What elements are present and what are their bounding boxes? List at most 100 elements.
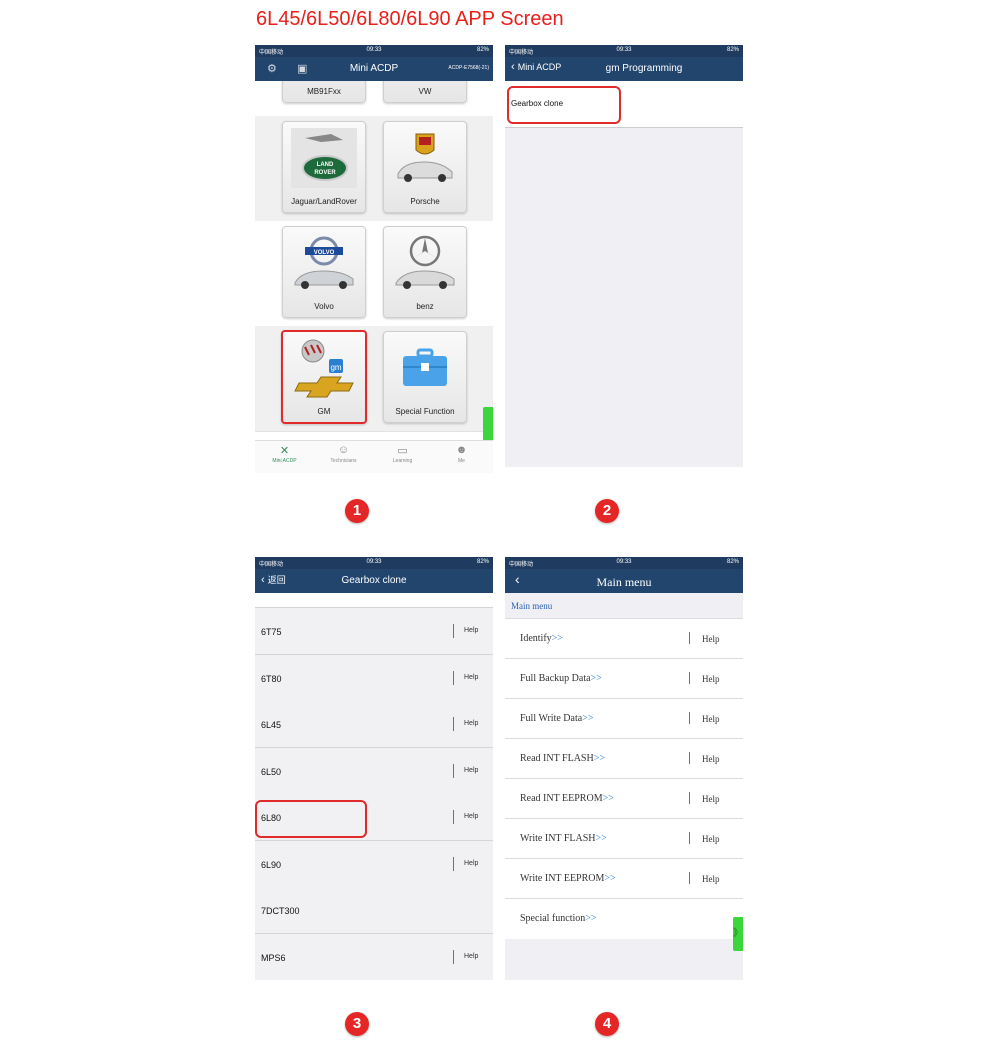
menu-item-label: Identify — [520, 633, 552, 644]
brand-row: LAND ROVER Jaguar/LandRover Porsche — [255, 116, 493, 222]
gearbox-row[interactable]: 7DCT300 — [255, 887, 493, 934]
svg-text:ROVER: ROVER — [314, 170, 336, 176]
side-drawer-handle[interactable]: 》 — [733, 917, 743, 951]
tab-mini-acdp[interactable]: ✕ Mini ACDP — [255, 444, 314, 464]
help-link[interactable]: Help — [464, 860, 478, 867]
nav-title: Gearbox clone — [341, 575, 407, 586]
brand-tile-special-function[interactable]: Special Function — [383, 331, 467, 423]
tab-technicians[interactable]: ☺ Technicians — [314, 444, 373, 464]
menu-item-read-int-eeprom[interactable]: Read INT EEPROM>> Help — [505, 778, 743, 819]
double-arrow-icon: >> — [604, 873, 616, 884]
volvo-car-icon: VOLVO — [291, 233, 357, 293]
gm-logos-icon: gm — [291, 338, 357, 398]
brand-tile-volvo[interactable]: VOLVO Volvo — [282, 226, 366, 318]
gearbox-model: 6T80 — [261, 674, 282, 684]
brand-name: GM — [317, 407, 331, 416]
menu-item-identify[interactable]: Identify>> Help — [505, 618, 743, 659]
help-link[interactable]: Help — [702, 874, 720, 884]
brand-name: Special Function — [395, 407, 455, 416]
gearbox-row[interactable]: 6T80 Help — [255, 655, 493, 702]
brand-name: benz — [416, 302, 434, 311]
divider — [453, 950, 454, 964]
brand-name: VW — [418, 87, 432, 96]
breadcrumb[interactable]: Main menu — [511, 601, 552, 611]
gearbox-row[interactable]: MPS6 Help — [255, 934, 493, 980]
help-link[interactable]: Help — [702, 714, 720, 724]
divider — [689, 712, 690, 724]
svg-text:LAND: LAND — [317, 162, 334, 168]
divider — [453, 671, 454, 685]
help-link[interactable]: Help — [702, 834, 720, 844]
navbar: ⚙ ▣ Mini ACDP ACDP-E7568(-21) — [255, 57, 493, 81]
brand-tile-vw[interactable]: VW — [383, 81, 467, 103]
help-link[interactable]: Help — [464, 767, 478, 774]
nav-title: Main menu — [596, 575, 652, 589]
brand-name: MB91Fxx — [307, 87, 341, 96]
help-link[interactable]: Help — [702, 794, 720, 804]
gearbox-row[interactable]: 6L50 Help — [255, 748, 493, 795]
divider — [689, 872, 690, 884]
double-arrow-icon: >> — [602, 793, 614, 804]
double-arrow-icon: >> — [585, 913, 597, 924]
help-link[interactable]: Help — [702, 674, 720, 684]
help-link[interactable]: Help — [464, 720, 478, 727]
brand-tile-porsche[interactable]: Porsche — [383, 121, 467, 213]
step-badge-3: 3 — [345, 1012, 369, 1036]
person-icon: ☺ — [337, 444, 350, 456]
brand-tile-jaguar-landrover[interactable]: LAND ROVER Jaguar/LandRover — [282, 121, 366, 213]
help-link[interactable]: Help — [464, 627, 478, 634]
menu-item-full-backup-data[interactable]: Full Backup Data>> Help — [505, 658, 743, 699]
brand-name: Jaguar/LandRover — [291, 197, 357, 206]
divider — [453, 764, 454, 778]
menu-item-special-function[interactable]: Special function>> — [505, 898, 743, 939]
side-drawer-handle[interactable] — [483, 407, 493, 441]
divider — [689, 632, 690, 644]
brand-tile-gm[interactable]: gm GM — [281, 330, 367, 424]
menu-item-read-int-flash[interactable]: Read INT FLASH>> Help — [505, 738, 743, 779]
tab-learning[interactable]: ▭ Learning — [373, 444, 432, 464]
gearbox-row[interactable]: 6L45 Help — [255, 701, 493, 748]
highlight-box — [507, 86, 621, 124]
brand-row: gm GM Special Function — [255, 326, 493, 432]
divider — [689, 672, 690, 684]
clock: 09:33 — [616, 47, 632, 53]
gearbox-model: MPS6 — [261, 953, 286, 963]
step-badge-2: 2 — [595, 499, 619, 523]
battery-label: 82% — [476, 559, 489, 565]
book-icon: ▭ — [397, 445, 408, 457]
help-link[interactable]: Help — [464, 813, 478, 820]
menu-item-write-int-flash[interactable]: Write INT FLASH>> Help — [505, 818, 743, 859]
navbar: ‹ Main menu — [505, 569, 743, 593]
divider — [453, 624, 454, 638]
help-link[interactable]: Help — [464, 953, 478, 960]
help-link[interactable]: Help — [702, 634, 720, 644]
gearbox-row[interactable]: 6L90 Help — [255, 841, 493, 888]
brand-tile-mb91fxx[interactable]: MB91Fxx — [282, 81, 366, 103]
menu-item-label: Special function — [520, 913, 586, 924]
brand-name: Volvo — [314, 302, 334, 311]
step-badge-4: 4 — [595, 1012, 619, 1036]
divider — [689, 832, 690, 844]
tab-label: Me — [458, 458, 465, 464]
brand-grid: MB91Fxx VW LAND ROVER Jaguar/LandRover P… — [255, 81, 493, 441]
gearbox-model: 6L50 — [261, 767, 282, 777]
tab-me[interactable]: ☻ Me — [432, 444, 491, 464]
menu-item-full-write-data[interactable]: Full Write Data>> Help — [505, 698, 743, 739]
svg-text:VOLVO: VOLVO — [314, 250, 335, 256]
list-spacer — [255, 593, 493, 608]
double-arrow-icon: >> — [590, 673, 602, 684]
divider — [453, 810, 454, 824]
battery-label: 82% — [726, 559, 739, 565]
menu-item-write-int-eeprom[interactable]: Write INT EEPROM>> Help — [505, 858, 743, 899]
help-link[interactable]: Help — [702, 754, 720, 764]
audi-rings-icon — [392, 81, 458, 82]
toolbox-icon — [392, 338, 458, 398]
help-link[interactable]: Help — [464, 674, 478, 681]
double-chevron-icon: 》 — [733, 928, 743, 939]
mercedes-star-icon — [392, 233, 458, 293]
status-bar: 中国移动 09:33 82% — [255, 45, 493, 57]
svg-text:gm: gm — [330, 363, 341, 372]
gearbox-row[interactable]: 6T75 Help — [255, 608, 493, 655]
divider — [453, 857, 454, 871]
brand-tile-benz[interactable]: benz — [383, 226, 467, 318]
